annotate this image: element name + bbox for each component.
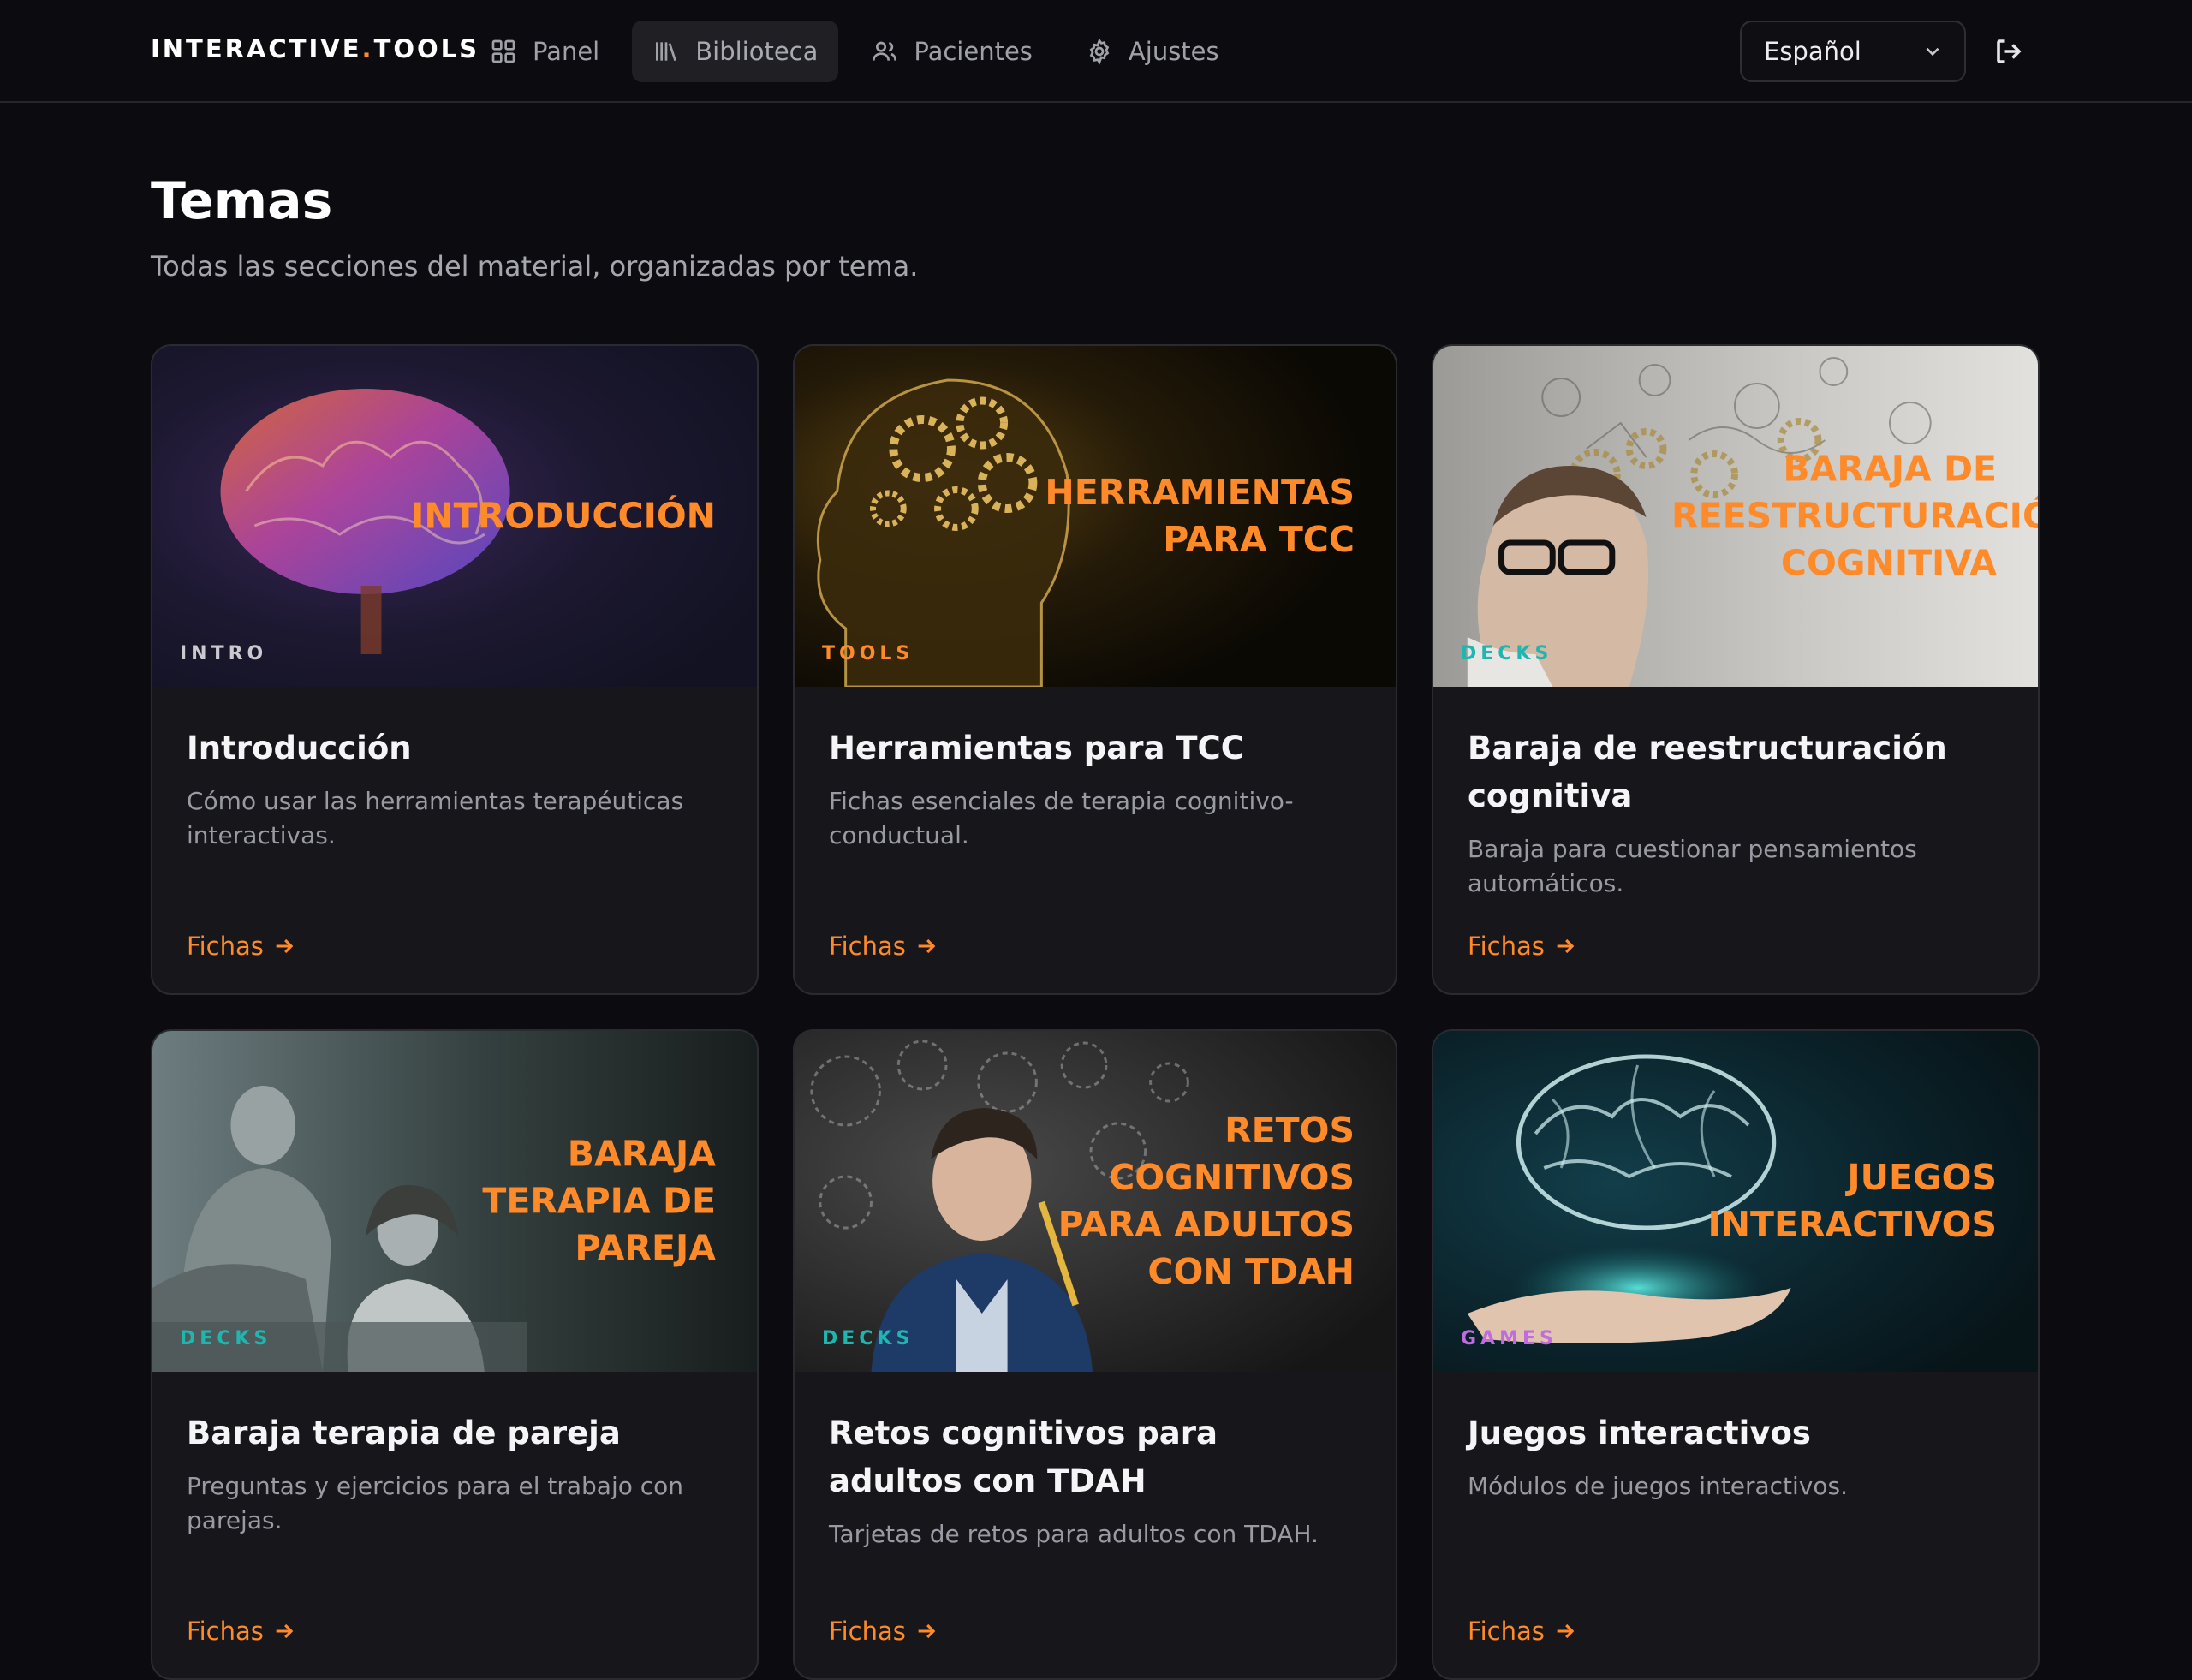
card-category-badge: TOOLS [822, 643, 914, 664]
arrow-right-icon [276, 1623, 294, 1639]
brand-dot: . [361, 34, 374, 63]
card-category-badge: GAMES [1461, 1328, 1558, 1349]
arrow-right-icon [1557, 1623, 1575, 1639]
card-hero-image: Baraja de reestructuración cognitiva DEC… [1433, 346, 2038, 687]
brand-name-left: INTERACTIVE [151, 34, 362, 63]
card-link-fichas[interactable]: Fichas [187, 932, 296, 961]
topic-card-reestructuracion[interactable]: Baraja de reestructuración cognitiva DEC… [1432, 344, 2040, 995]
card-hero-title: Herramientas para TCC [1045, 472, 1355, 560]
chevron-down-icon [1926, 47, 1939, 57]
card-link-label: Fichas [1468, 932, 1545, 961]
nav-item-label: Biblioteca [695, 37, 819, 66]
card-hero-title: Retos cognitivos para adultos con TDAH [1057, 1110, 1355, 1292]
topic-card-herramientas-tcc[interactable]: Herramientas para TCC TOOLS Herramientas… [793, 344, 1397, 995]
card-hero-image: Herramientas para TCC TOOLS [795, 346, 1396, 687]
card-title: Retos cognitivos para adultos con TDAH [829, 1415, 1218, 1499]
card-link-fichas[interactable]: Fichas [1468, 932, 1577, 961]
card-description: Preguntas y ejercicios para el trabajo c… [187, 1472, 684, 1534]
card-link-label: Fichas [187, 932, 264, 961]
card-hero-image: Juegos interactivos GAMES [1433, 1031, 2038, 1372]
card-link-label: Fichas [1468, 1617, 1545, 1646]
card-description: Cómo usar las herramientas terapéuticas … [187, 787, 684, 849]
card-title: Introducción [187, 730, 412, 766]
card-category-badge: DECKS [180, 1328, 272, 1349]
card-category-badge: DECKS [822, 1328, 914, 1349]
brand-name-right: TOOLS [373, 34, 480, 63]
card-link-fichas[interactable]: Fichas [187, 1617, 296, 1646]
card-category-badge: DECKS [1461, 643, 1553, 664]
arrow-right-icon [1557, 938, 1575, 954]
nav-item-ajustes[interactable]: Ajustes [1065, 21, 1240, 82]
dashboard-grid-icon [491, 39, 515, 63]
card-hero-image: Baraja terapia de pareja DECKS [152, 1031, 757, 1372]
brand-logo[interactable]: INTERACTIVE.TOOLS [151, 34, 480, 63]
card-description: Fichas esenciales de terapia cognitivo-c… [829, 787, 1294, 849]
card-hero-title: Introducción [411, 495, 716, 537]
topic-card-terapia-pareja[interactable]: Baraja terapia de pareja DECKS Baraja te… [151, 1029, 759, 1680]
arrow-right-icon [918, 938, 936, 954]
arrow-right-icon [276, 938, 294, 954]
card-hero-title: Baraja de reestructuración cognitiva [1671, 448, 2038, 584]
users-icon [873, 41, 897, 61]
page-title: Temas [151, 171, 333, 231]
topic-card-juegos-interactivos[interactable]: Juegos interactivos GAMES Juegos interac… [1432, 1029, 2040, 1680]
card-title: Baraja de reestructuración cognitiva [1468, 730, 1947, 814]
topic-card-introduccion[interactable]: Introducción INTRO Introducción Cómo usa… [151, 344, 759, 995]
card-link-fichas[interactable]: Fichas [1468, 1617, 1577, 1646]
card-link-fichas[interactable]: Fichas [829, 1617, 938, 1646]
card-hero-image: Introducción INTRO [152, 346, 757, 687]
nav-item-label: Pacientes [914, 37, 1033, 66]
card-link-label: Fichas [829, 1617, 906, 1646]
card-hero-title: Juegos interactivos [1707, 1157, 1997, 1245]
top-navigation: INTERACTIVE.TOOLS Panel Biblioteca Pacie… [0, 0, 2192, 103]
nav-item-label: Panel [533, 37, 600, 66]
page-subtitle: Todas las secciones del material, organi… [151, 250, 919, 283]
library-icon [656, 42, 677, 62]
topics-grid: Introducción INTRO Introducción Cómo usa… [151, 344, 2040, 1680]
arrow-right-icon [918, 1623, 936, 1639]
gear-icon [1089, 38, 1110, 65]
card-hero-title: Baraja terapia de pareja [482, 1133, 716, 1269]
topic-card-retos-tdah[interactable]: Retos cognitivos para adultos con TDAH D… [793, 1029, 1397, 1680]
card-category-badge: INTRO [180, 643, 268, 664]
card-description: Baraja para cuestionar pensamientos auto… [1468, 835, 1917, 897]
main-nav: Panel Biblioteca Pacientes Ajustes [469, 21, 1240, 82]
language-select-value: Español [1764, 37, 1861, 66]
card-title: Herramientas para TCC [829, 730, 1244, 766]
logout-icon [1997, 39, 2022, 63]
nav-item-panel[interactable]: Panel [469, 21, 620, 82]
card-title: Baraja terapia de pareja [187, 1415, 621, 1451]
nav-item-label: Ajustes [1128, 37, 1219, 66]
card-description: Tarjetas de retos para adultos con TDAH. [829, 1520, 1319, 1548]
nav-item-biblioteca[interactable]: Biblioteca [632, 21, 839, 82]
card-description: Módulos de juegos interactivos. [1468, 1472, 1848, 1500]
card-link-fichas[interactable]: Fichas [829, 932, 938, 961]
nav-item-pacientes[interactable]: Pacientes [850, 21, 1053, 82]
card-title: Juegos interactivos [1468, 1415, 1811, 1451]
language-select[interactable]: Español [1740, 21, 1966, 82]
card-hero-image: Retos cognitivos para adultos con TDAH D… [795, 1031, 1396, 1372]
card-link-label: Fichas [187, 1617, 264, 1646]
card-link-label: Fichas [829, 932, 906, 961]
logout-button[interactable] [1988, 31, 2029, 72]
